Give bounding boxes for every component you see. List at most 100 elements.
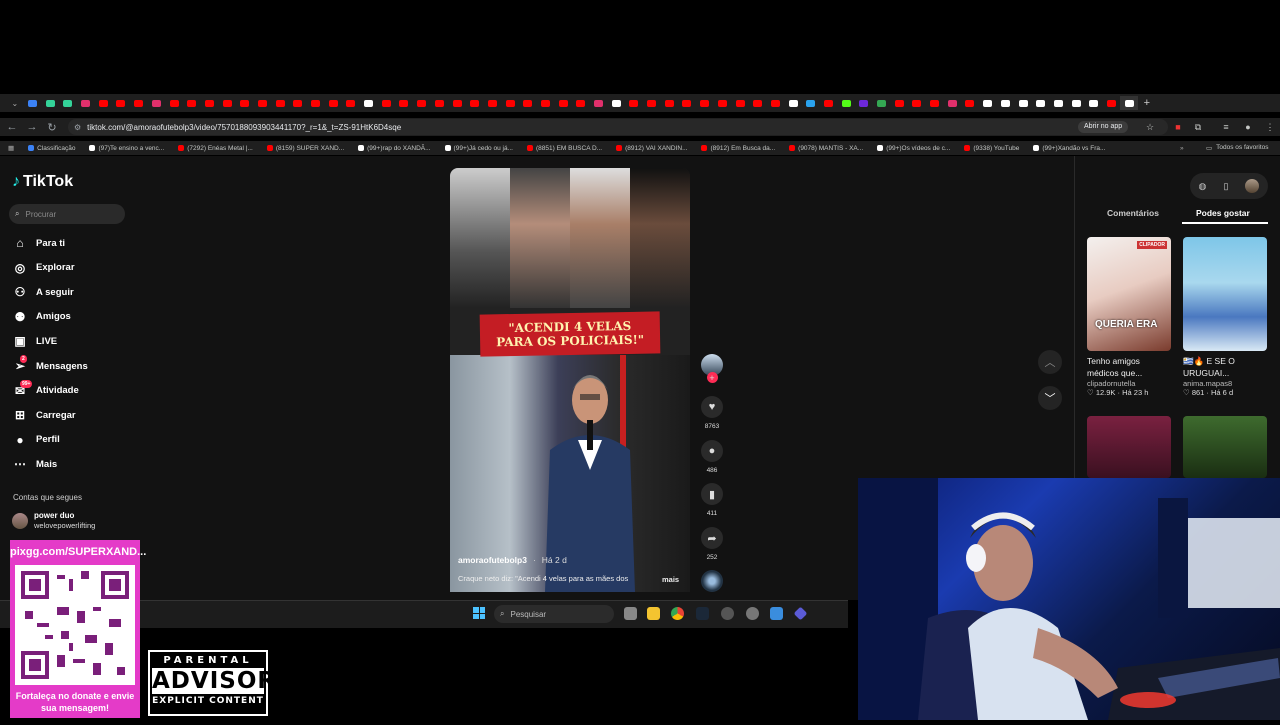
browser-tab[interactable]	[201, 96, 219, 110]
suggested-card-thumbnail[interactable]	[1183, 416, 1267, 478]
comment-action[interactable]: ● 486	[700, 440, 724, 474]
save-action[interactable]: ▮ 411	[700, 483, 724, 517]
browser-tab[interactable]	[289, 96, 307, 110]
tab-comments[interactable]: Comentários	[1107, 208, 1159, 218]
browser-tab[interactable]	[324, 96, 342, 110]
windows-start-icon[interactable]	[473, 607, 485, 619]
like-action[interactable]: ♥ 8763	[700, 396, 724, 430]
suggested-card-thumbnail[interactable]	[1087, 416, 1171, 478]
app-icon[interactable]	[770, 607, 783, 620]
browser-tab[interactable]	[466, 96, 484, 110]
browser-tab[interactable]	[572, 96, 590, 110]
browser-tab[interactable]	[961, 96, 979, 110]
previous-video-button[interactable]: ︿	[1038, 350, 1062, 374]
browser-tab[interactable]	[448, 96, 466, 110]
bookmark-item[interactable]: Classificação	[28, 145, 75, 152]
browser-tab[interactable]	[519, 96, 537, 110]
sidebar-item-friends[interactable]: ⚉ Amigos	[12, 310, 71, 324]
more-button[interactable]: mais	[662, 575, 679, 584]
browser-tab[interactable]	[360, 96, 378, 110]
site-info-icon[interactable]: ⚙	[74, 123, 81, 132]
browser-tab[interactable]	[1067, 96, 1085, 110]
new-tab-button[interactable]: +	[1138, 96, 1156, 110]
browser-tab[interactable]	[855, 96, 873, 110]
browser-tab[interactable]	[837, 96, 855, 110]
sidebar-item-home[interactable]: ⌂ Para ti	[12, 236, 65, 250]
browser-tab[interactable]	[1120, 96, 1138, 110]
browser-tab[interactable]	[130, 96, 148, 110]
browser-tab[interactable]	[784, 96, 802, 110]
browser-tab[interactable]	[1103, 96, 1121, 110]
browser-tab[interactable]	[908, 96, 926, 110]
browser-tab[interactable]	[767, 96, 785, 110]
browser-tab[interactable]	[660, 96, 678, 110]
bookmark-item[interactable]: (7292) Enéas Metal |...	[178, 145, 253, 152]
share-action[interactable]: ➦ 252	[700, 527, 724, 561]
browser-tab[interactable]	[590, 96, 608, 110]
browser-tab[interactable]	[41, 96, 59, 110]
browser-tab[interactable]	[148, 96, 166, 110]
bookmark-item[interactable]: (99+)Os vídeos de c...	[877, 145, 950, 152]
browser-tab[interactable]	[643, 96, 661, 110]
browser-tab[interactable]	[696, 96, 714, 110]
forward-icon[interactable]: →	[22, 119, 42, 135]
reload-icon[interactable]: ↻	[42, 119, 62, 135]
browser-tab[interactable]	[678, 96, 696, 110]
browser-tab[interactable]	[484, 96, 502, 110]
sidebar-item-activity[interactable]: ✉ 99+ Atividade	[12, 379, 79, 398]
browser-tab[interactable]	[77, 96, 95, 110]
extension-icon[interactable]: ■	[1172, 121, 1184, 133]
profile-avatar-icon[interactable]: ●	[1242, 121, 1254, 133]
extensions-puzzle-icon[interactable]: ⧉	[1192, 121, 1204, 133]
browser-tab[interactable]	[926, 96, 944, 110]
browser-tab[interactable]	[218, 96, 236, 110]
avatar[interactable]	[1245, 179, 1260, 193]
browser-tab[interactable]	[165, 96, 183, 110]
sidebar-item-upload[interactable]: ⊞ Carregar	[12, 408, 76, 422]
steam-icon[interactable]	[696, 607, 709, 620]
browser-tab[interactable]	[24, 96, 42, 110]
tab-search-icon[interactable]: ⌄	[6, 96, 24, 110]
tiktok-logo[interactable]: ♪ TikTok	[12, 173, 73, 191]
settings-icon[interactable]	[746, 607, 759, 620]
music-disc[interactable]	[700, 570, 724, 592]
open-in-app-button[interactable]: Abrir no app	[1078, 121, 1129, 133]
coins-icon[interactable]: ◍	[1199, 181, 1207, 192]
browser-tab[interactable]	[802, 96, 820, 110]
suggested-card[interactable]: CLIPADOR QUERIA ERA Tenho amigos médicos…	[1087, 237, 1171, 397]
follow-plus-icon[interactable]: +	[706, 372, 718, 383]
video-author[interactable]: amoraofutebolp3 · Há 2 d	[458, 555, 567, 565]
chrome-icon[interactable]	[671, 607, 684, 620]
browser-tab[interactable]	[413, 96, 431, 110]
browser-tab[interactable]	[1014, 96, 1032, 110]
sidebar-item-more[interactable]: ⋯ Mais	[12, 457, 57, 471]
browser-tab[interactable]	[997, 96, 1015, 110]
browser-tab[interactable]	[431, 96, 449, 110]
media-icon[interactable]: ≡	[1220, 121, 1232, 133]
all-bookmarks-button[interactable]: ▭ Todos os favoritos	[1206, 144, 1269, 152]
browser-tab[interactable]	[377, 96, 395, 110]
browser-tab[interactable]	[307, 96, 325, 110]
browser-tab[interactable]	[94, 96, 112, 110]
browser-tab[interactable]	[395, 96, 413, 110]
bookmarks-overflow-icon[interactable]: »	[1180, 145, 1184, 152]
bookmark-item[interactable]: (99+)Já cedo ou já...	[444, 145, 513, 152]
browser-tab[interactable]	[890, 96, 908, 110]
bookmark-item[interactable]: (9338) YouTube	[964, 145, 1019, 152]
browser-tab[interactable]	[979, 96, 997, 110]
tab-you-may-like[interactable]: Podes gostar	[1196, 208, 1250, 218]
browser-tab[interactable]	[501, 96, 519, 110]
browser-tab[interactable]	[625, 96, 643, 110]
following-account[interactable]: power duo welovepowerlifting	[12, 511, 95, 531]
suggested-card[interactable]: 🇺🇾🔥 E SE O URUGUAI... anima.mapas8 ♡ 861…	[1183, 237, 1267, 397]
browser-tab[interactable]	[271, 96, 289, 110]
browser-tab[interactable]	[731, 96, 749, 110]
sidebar-item-profile[interactable]: ● Perfil	[12, 433, 59, 447]
browser-tab[interactable]	[749, 96, 767, 110]
browser-tab[interactable]	[607, 96, 625, 110]
apps-grid-icon[interactable]: ▦	[8, 144, 14, 152]
app-icon[interactable]	[721, 607, 734, 620]
sidebar-item-messages[interactable]: ➢ 2 Mensagens	[12, 355, 88, 373]
browser-tab[interactable]	[554, 96, 572, 110]
bookmark-item[interactable]: (99+)Xandão vs Fra...	[1033, 145, 1105, 152]
